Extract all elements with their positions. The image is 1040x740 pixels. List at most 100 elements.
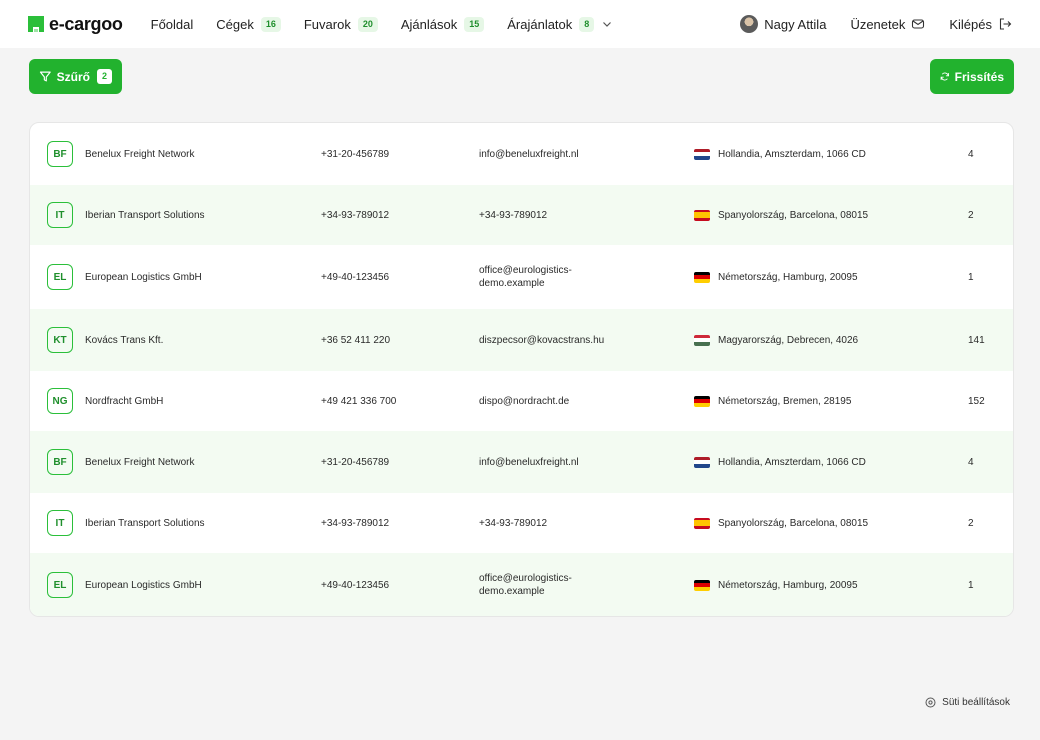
logout-link[interactable]: Kilépés [949, 17, 1012, 32]
company-phone: +49-40-123456 [321, 271, 390, 283]
company-email[interactable]: +34-93-789012 [479, 517, 619, 530]
company-initials-badge: BF [47, 449, 73, 475]
table-row[interactable]: KT Kovács Trans Kft. +36 52 411 220 diszpec… [30, 309, 1013, 371]
table-row[interactable]: IT Iberian Transport Solutions +34-93-7890… [30, 185, 1013, 245]
nav-item-companies[interactable]: Cégek 16 [216, 16, 281, 32]
company-initials-badge: NG [47, 388, 73, 414]
company-address: Németország, Hamburg, 20095 [718, 271, 858, 283]
cookie-settings-label: Süti beállítások [942, 697, 1010, 708]
nav-item-home[interactable]: Főoldal [151, 17, 194, 32]
company-name[interactable]: European Logistics GmbH [85, 272, 202, 283]
company-count: 2 [968, 517, 974, 529]
country-flag-icon [694, 271, 710, 283]
company-email[interactable]: diszpecsor@kovacstrans.hu [479, 334, 619, 347]
brand-name: e-cargoo [49, 13, 123, 34]
company-count: 1 [968, 271, 974, 283]
company-name[interactable]: European Logistics GmbH [85, 580, 202, 591]
company-phone: +49 421 336 700 [321, 395, 397, 407]
companies-table: BF Benelux Freight Network +31-20-456789 in… [29, 122, 1014, 617]
company-name[interactable]: Benelux Freight Network [85, 149, 195, 160]
company-email[interactable]: info@beneluxfreight.nl [479, 148, 619, 161]
company-phone: +34-93-789012 [321, 517, 390, 529]
nav-count-badge: 8 [579, 16, 595, 32]
nav-label: Ajánlások [400, 16, 458, 32]
company-initials-badge: IT [47, 202, 73, 228]
company-address: Hollandia, Amszterdam, 1066 CD [718, 456, 866, 468]
table-row[interactable]: EL European Logistics GmbH +49-40-123456 of… [30, 245, 1013, 309]
company-name[interactable]: Nordfracht GmbH [85, 396, 163, 407]
company-initials-badge: BF [47, 141, 73, 167]
company-name[interactable]: Iberian Transport Solutions [85, 210, 205, 221]
table-row[interactable]: IT Iberian Transport Solutions +34-93-7890… [30, 493, 1013, 553]
filter-button[interactable]: Szűrő 2 [29, 59, 122, 94]
nav-item-quotes[interactable]: Árajánlatok 8 [507, 16, 612, 32]
company-email[interactable]: office@eurologistics-demo.example [479, 572, 619, 598]
company-name[interactable]: Kovács Trans Kft. [85, 335, 163, 346]
company-initials-badge: KT [47, 327, 73, 353]
company-name[interactable]: Benelux Freight Network [85, 457, 195, 468]
country-flag-icon [694, 517, 710, 529]
company-email[interactable]: +34-93-789012 [479, 209, 619, 222]
company-phone: +31-20-456789 [321, 456, 390, 468]
table-row[interactable]: NG Nordfracht GmbH +49 421 336 700 dispo@no… [30, 371, 1013, 431]
company-address: Spanyolország, Barcelona, 08015 [718, 517, 869, 529]
company-initials-badge: EL [47, 572, 73, 598]
avatar [740, 15, 759, 33]
table-row[interactable]: EL European Logistics GmbH +49-40-123456 of… [30, 553, 1013, 616]
country-flag-icon [694, 579, 710, 591]
company-initials-badge: EL [47, 264, 73, 290]
company-count: 4 [968, 148, 974, 160]
cookie-settings-link[interactable]: Süti beállítások [925, 697, 1010, 708]
messages-link[interactable]: Üzenetek [850, 17, 925, 32]
country-flag-icon [694, 209, 710, 221]
brand-logo[interactable]: e-cargoo [28, 14, 123, 35]
company-phone: +49-40-123456 [321, 579, 390, 591]
logout-icon [999, 18, 1012, 30]
company-phone: +31-20-456789 [321, 148, 390, 160]
user-name: Nagy Attila [764, 16, 827, 32]
country-flag-icon [694, 334, 710, 346]
country-flag-icon [694, 456, 710, 468]
company-email[interactable]: info@beneluxfreight.nl [479, 456, 619, 469]
company-email[interactable]: dispo@nordracht.de [479, 395, 619, 408]
table-row[interactable]: BF Benelux Freight Network +31-20-456789 in… [30, 431, 1013, 493]
top-navigation-bar: e-cargoo Főoldal Cégek 16 Fuvarok 20 Ajá… [0, 0, 1040, 48]
country-flag-icon [694, 148, 710, 160]
company-count: 141 [968, 334, 985, 346]
refresh-button[interactable]: Frissítés [930, 59, 1014, 94]
user-nav: Nagy Attila Üzenetek Kilépés [740, 15, 1012, 33]
company-email[interactable]: office@eurologistics-demo.example [479, 264, 619, 290]
company-initials-badge: IT [47, 510, 73, 536]
company-address: Spanyolország, Barcelona, 08015 [718, 209, 869, 221]
filter-label: Szűrő [56, 69, 90, 84]
company-count: 2 [968, 209, 974, 221]
company-count: 152 [968, 395, 985, 407]
chevron-down-icon[interactable] [602, 19, 612, 29]
user-profile[interactable]: Nagy Attila [740, 15, 826, 33]
table-row[interactable]: BF Benelux Freight Network +31-20-456789 in… [30, 123, 1013, 185]
company-count: 1 [968, 579, 974, 591]
company-count: 4 [968, 456, 974, 468]
company-phone: +34-93-789012 [321, 209, 390, 221]
company-address: Németország, Hamburg, 20095 [718, 579, 858, 591]
main-nav: Főoldal Cégek 16 Fuvarok 20 Ajánlások 15… [151, 16, 636, 32]
refresh-label: Frissítés [954, 69, 1004, 84]
nav-label: Főoldal [150, 16, 194, 32]
nav-count-badge: 20 [357, 16, 378, 32]
nav-label: Árajánlatok [507, 16, 573, 32]
refresh-icon [940, 72, 949, 81]
messages-label: Üzenetek [850, 16, 906, 32]
company-address: Magyarország, Debrecen, 4026 [718, 334, 859, 346]
logo-mark-icon [28, 16, 44, 32]
nav-item-freights[interactable]: Fuvarok 20 [303, 16, 378, 32]
settings-icon [925, 697, 936, 708]
nav-label: Cégek [216, 16, 254, 32]
nav-item-offers[interactable]: Ajánlások 15 [400, 16, 485, 32]
funnel-icon [39, 71, 51, 82]
nav-count-badge: 16 [260, 16, 281, 32]
country-flag-icon [694, 395, 710, 407]
company-address: Hollandia, Amszterdam, 1066 CD [718, 148, 866, 160]
company-address: Németország, Bremen, 28195 [718, 395, 852, 407]
company-name[interactable]: Iberian Transport Solutions [85, 518, 205, 529]
nav-label: Fuvarok [303, 16, 351, 32]
